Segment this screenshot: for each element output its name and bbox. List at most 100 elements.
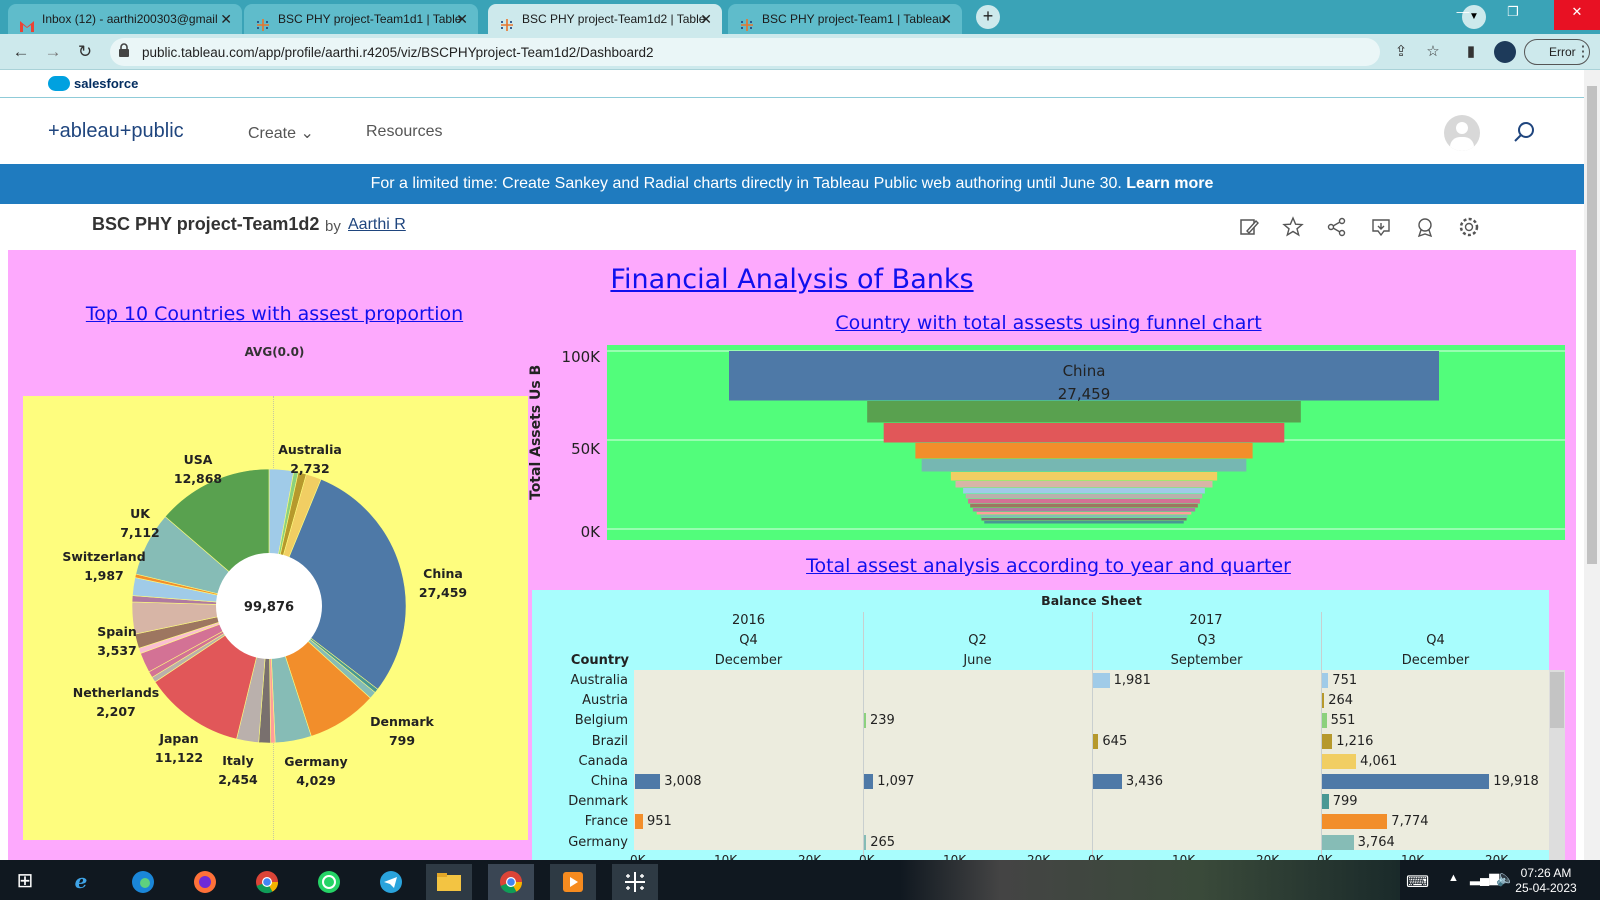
table-row-country[interactable]: France bbox=[532, 814, 628, 829]
table-bar[interactable] bbox=[1322, 753, 1357, 769]
funnel-bar[interactable] bbox=[970, 504, 1198, 508]
whatsapp-icon[interactable] bbox=[306, 864, 352, 900]
funnel-bar[interactable] bbox=[955, 481, 1213, 488]
keyboard-icon[interactable]: ⌨ bbox=[1406, 872, 1429, 892]
table-bar[interactable] bbox=[864, 834, 867, 850]
share-icon[interactable] bbox=[1326, 216, 1348, 238]
share-icon[interactable]: ⇪ bbox=[1392, 43, 1410, 61]
table-row-country[interactable]: China bbox=[532, 774, 628, 789]
reload-icon[interactable]: ↻ bbox=[74, 41, 96, 63]
table-bar[interactable] bbox=[1322, 794, 1329, 810]
chrome-active-icon[interactable] bbox=[488, 864, 534, 900]
funnel-bar[interactable] bbox=[921, 459, 1247, 472]
download-icon[interactable] bbox=[1370, 216, 1392, 238]
close-icon[interactable]: ✕ bbox=[456, 4, 468, 34]
table-bar[interactable] bbox=[1322, 673, 1329, 688]
profile-avatar[interactable] bbox=[1494, 41, 1516, 63]
edit-icon[interactable] bbox=[1238, 216, 1260, 238]
firefox-icon[interactable] bbox=[182, 864, 228, 900]
menu-icon[interactable]: ⋮ bbox=[1574, 43, 1592, 61]
table-bar[interactable] bbox=[864, 713, 866, 729]
browser-tab[interactable]: BSC PHY project-Team1d1 | Table ✕ bbox=[244, 4, 478, 34]
table-bar[interactable] bbox=[1322, 693, 1325, 709]
windows-start-icon[interactable]: ⊞ bbox=[2, 864, 48, 900]
funnel-bar[interactable] bbox=[883, 423, 1285, 443]
video-player-icon[interactable] bbox=[550, 864, 596, 900]
table-bar[interactable] bbox=[864, 774, 874, 789]
funnel-bar[interactable] bbox=[950, 472, 1218, 481]
star-icon[interactable]: ☆ bbox=[1424, 43, 1442, 61]
table-bar[interactable] bbox=[1322, 774, 1490, 789]
table-bar[interactable] bbox=[1093, 774, 1122, 789]
funnel-bar[interactable] bbox=[984, 521, 1184, 524]
table-bar[interactable] bbox=[1322, 834, 1354, 850]
chrome-icon[interactable] bbox=[244, 864, 290, 900]
table-bar-value: 799 bbox=[1332, 794, 1358, 810]
quarter-label: Q4 bbox=[739, 633, 758, 648]
table-bar[interactable] bbox=[1093, 673, 1110, 688]
favorite-star-icon[interactable] bbox=[1282, 216, 1304, 238]
tableau-public-logo[interactable]: +ableau+public bbox=[48, 120, 184, 143]
funnel-bar[interactable] bbox=[981, 518, 1187, 521]
file-explorer-icon[interactable] bbox=[426, 864, 472, 900]
browser-tab-active[interactable]: BSC PHY project-Team1d2 | Table ✕ bbox=[488, 4, 722, 34]
table-bar[interactable] bbox=[1322, 814, 1388, 830]
table-row-country[interactable]: Brazil bbox=[532, 734, 628, 749]
author-link[interactable]: Aarthi R bbox=[348, 216, 406, 234]
browser-tab[interactable]: BSC PHY project-Team1 | Tableau ✕ bbox=[728, 4, 962, 34]
table-row-country[interactable]: Belgium bbox=[532, 713, 628, 728]
table-bar[interactable] bbox=[1093, 733, 1099, 749]
internet-explorer-icon[interactable]: e bbox=[58, 864, 104, 900]
funnel-bar[interactable] bbox=[965, 494, 1203, 499]
search-icon[interactable] bbox=[1512, 120, 1536, 149]
table-bar-value: 645 bbox=[1102, 733, 1128, 749]
tableau-app-icon[interactable] bbox=[612, 864, 658, 900]
new-tab-button[interactable]: + bbox=[976, 5, 1000, 29]
table-row-country[interactable]: Germany bbox=[532, 835, 628, 850]
url-text[interactable]: public.tableau.com/app/profile/aarthi.r4… bbox=[142, 45, 654, 60]
funnel-bar[interactable] bbox=[980, 515, 1188, 518]
table-row-country[interactable]: Canada bbox=[532, 754, 628, 769]
table-row-country[interactable]: Denmark bbox=[532, 794, 628, 809]
table-bar[interactable] bbox=[635, 814, 643, 830]
sidepanel-icon[interactable]: ▮ bbox=[1462, 43, 1480, 61]
table-row-country[interactable]: Australia bbox=[532, 673, 628, 688]
close-icon[interactable]: ✕ bbox=[220, 4, 232, 34]
browser-tab[interactable]: Inbox (12) - aarthi200303@gmail ✕ bbox=[8, 4, 242, 34]
system-clock[interactable]: 07:26 AM 25-04-2023 bbox=[1514, 866, 1578, 896]
forward-icon[interactable]: → bbox=[42, 41, 64, 63]
table-bar-value: 19,918 bbox=[1493, 774, 1539, 789]
page-scrollbar-thumb[interactable] bbox=[1587, 86, 1597, 564]
salesforce-label[interactable]: salesforce bbox=[74, 76, 138, 91]
volume-icon[interactable]: 🔈 bbox=[1496, 869, 1515, 887]
pie-label: USA 12,868 bbox=[138, 450, 258, 488]
badge-icon[interactable] bbox=[1414, 216, 1436, 238]
close-icon[interactable]: ✕ bbox=[700, 4, 712, 34]
user-avatar-icon[interactable] bbox=[1444, 115, 1480, 151]
funnel-bar[interactable] bbox=[915, 443, 1253, 459]
back-icon[interactable]: ← bbox=[10, 41, 32, 63]
lock-icon[interactable] bbox=[118, 43, 132, 59]
table-bar[interactable] bbox=[1322, 713, 1327, 729]
funnel-bar[interactable] bbox=[976, 512, 1192, 515]
maximize-button[interactable]: ❐ bbox=[1490, 0, 1536, 30]
table-bar-value: 3,436 bbox=[1125, 774, 1164, 789]
table-scrollbar[interactable] bbox=[1549, 670, 1565, 860]
nav-resources[interactable]: Resources bbox=[366, 123, 442, 141]
gear-icon[interactable] bbox=[1458, 216, 1480, 238]
banner-learn-more-link[interactable]: Learn more bbox=[1126, 175, 1213, 192]
table-bar[interactable] bbox=[1322, 733, 1333, 749]
nav-create[interactable]: Create ⌄ bbox=[248, 123, 314, 143]
funnel-bar[interactable] bbox=[963, 488, 1205, 494]
edge-icon[interactable] bbox=[120, 864, 166, 900]
telegram-icon[interactable] bbox=[368, 864, 414, 900]
minimize-button[interactable]: — bbox=[1440, 0, 1486, 30]
table-bar[interactable] bbox=[635, 774, 661, 789]
funnel-bar[interactable] bbox=[968, 499, 1200, 504]
network-icon[interactable]: ▂▄▆ bbox=[1470, 870, 1499, 886]
funnel-bar[interactable] bbox=[972, 508, 1196, 512]
close-icon[interactable]: ✕ bbox=[940, 4, 952, 34]
chevron-up-icon[interactable]: ▲ bbox=[1448, 872, 1459, 884]
table-row-country[interactable]: Austria bbox=[532, 693, 628, 708]
window-close-button[interactable]: ✕ bbox=[1554, 0, 1600, 30]
